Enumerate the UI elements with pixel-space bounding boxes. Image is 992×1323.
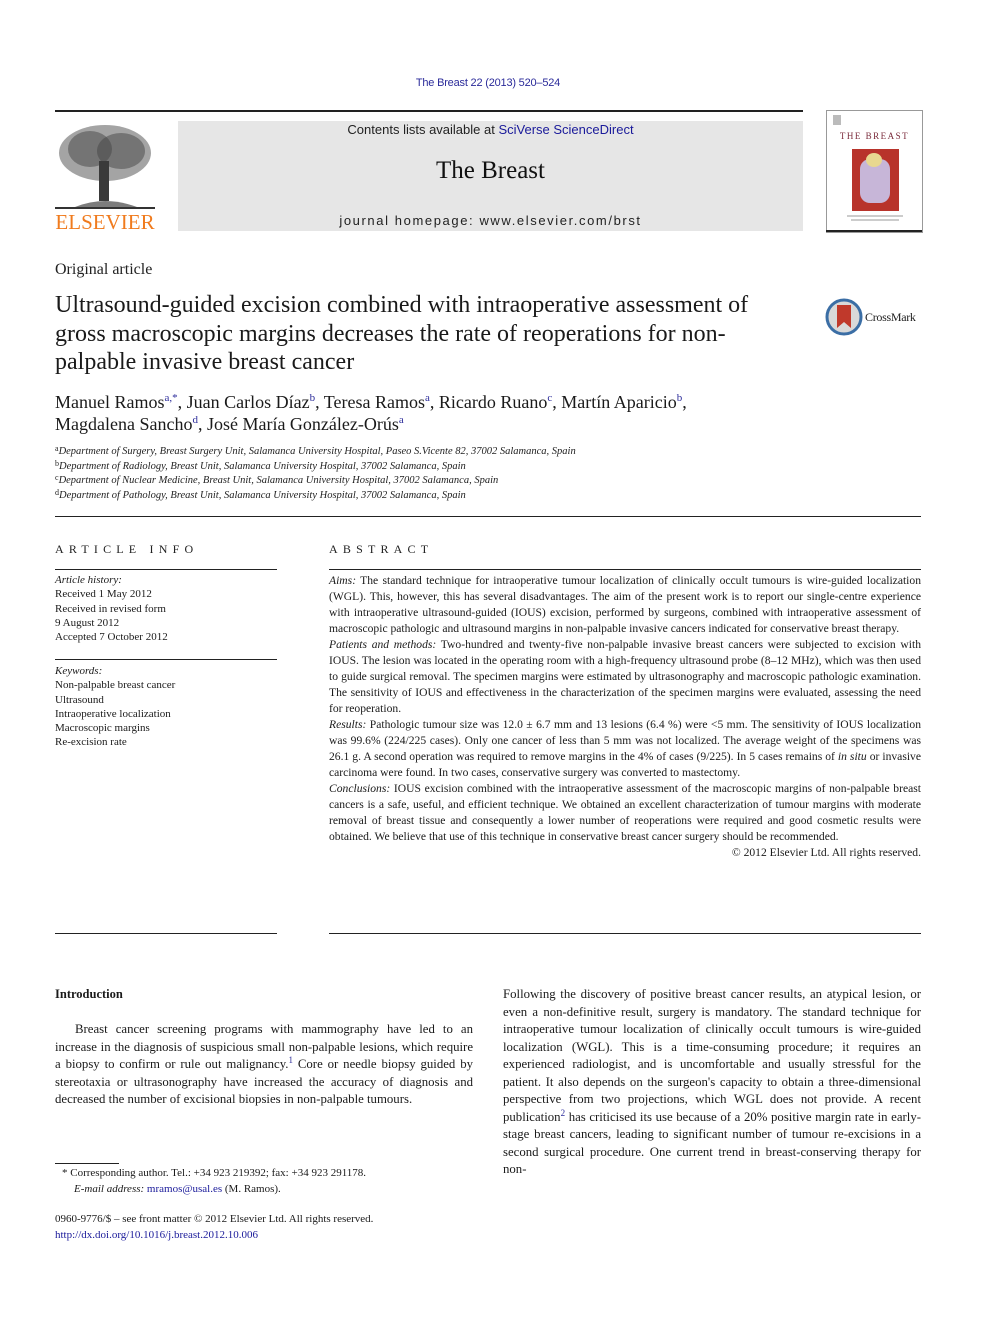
abstract-body: Aims: The standard technique for intraop… <box>329 573 921 861</box>
history-item: Accepted 7 October 2012 <box>55 631 168 644</box>
affiliation: bDepartment of Radiology, Breast Unit, S… <box>55 458 466 472</box>
journal-masthead: Contents lists available at SciVerse Sci… <box>178 121 803 231</box>
article-title: Ultrasound-guided excision combined with… <box>55 292 749 375</box>
affiliation: cDepartment of Nuclear Medicine, Breast … <box>55 473 499 487</box>
divider <box>329 569 921 570</box>
cover-caption <box>847 215 903 217</box>
crossmark-label: CrossMark <box>865 310 916 324</box>
keyword: Re-excision rate <box>55 736 127 749</box>
keyword: Non-palpable breast cancer <box>55 679 176 692</box>
keyword: Ultrasound <box>55 693 104 706</box>
crossmark-icon <box>825 298 863 336</box>
affiliation: dDepartment of Pathology, Breast Unit, S… <box>55 487 466 501</box>
abstract-methods: Patients and methods: Two-hundred and tw… <box>329 638 922 715</box>
history-item: 9 August 2012 <box>55 616 120 629</box>
section-divider <box>55 516 921 517</box>
corresponding-author-footnote: * Corresponding author. Tel.: +34 923 21… <box>62 1166 482 1197</box>
running-head-citation[interactable]: The Breast 22 (2013) 520–524 <box>0 77 976 89</box>
footnote-rule <box>55 1163 119 1164</box>
abstract-results: Results: Pathologic tumour size was 12.0… <box>329 718 922 779</box>
contents-prefix: Contents lists available at <box>347 122 499 137</box>
keywords-label: Keywords: <box>55 665 103 677</box>
sciencedirect-link[interactable]: SciVerse ScienceDirect <box>498 122 633 137</box>
keywords: Keywords: Non-palpable breast cancer Ult… <box>55 664 277 750</box>
author[interactable]: Teresa Ramosa <box>324 392 430 412</box>
author[interactable]: Martín Apariciob <box>561 392 682 412</box>
email-link[interactable]: mramos@usal.es <box>147 1183 222 1195</box>
article-history: Article history: Received 1 May 2012 Rec… <box>55 573 277 644</box>
affiliations: aDepartment of Surgery, Breast Surgery U… <box>55 445 755 503</box>
contents-line: Contents lists available at SciVerse Sci… <box>178 122 803 137</box>
article-type: Original article <box>55 261 153 278</box>
cover-title: THE BREAST <box>839 131 910 141</box>
body-column-right: Following the discovery of positive brea… <box>503 987 921 1176</box>
divider <box>55 569 277 570</box>
abstract-heading: ABSTRACT <box>329 542 434 556</box>
abstract-conclusions: Conclusions: IOUS excision combined with… <box>329 782 921 843</box>
divider <box>55 933 277 934</box>
journal-homepage-link[interactable]: journal homepage: www.elsevier.com/brst <box>178 213 803 228</box>
author[interactable]: Manuel Ramosa,* <box>55 392 178 412</box>
corresponding-author: * Corresponding author. Tel.: +34 923 21… <box>62 1167 367 1179</box>
cover-publisher-icon <box>833 115 841 125</box>
abstract-aims: Aims: The standard technique for intraop… <box>329 574 921 635</box>
author[interactable]: Juan Carlos Díazb <box>187 392 315 412</box>
divider <box>55 659 277 660</box>
header-rule <box>55 110 803 112</box>
author[interactable]: José María González-Orúsa <box>207 414 404 434</box>
history-item: Received in revised form <box>55 602 166 615</box>
keyword: Macroscopic margins <box>55 722 150 735</box>
body-column-left: Breast cancer screening programs with ma… <box>55 1022 474 1106</box>
elsevier-wordmark: ELSEVIER <box>55 210 155 234</box>
journal-name: The Breast <box>436 157 545 184</box>
history-item: Received 1 May 2012 <box>55 588 152 601</box>
cover-rule <box>826 230 922 232</box>
affiliation: aDepartment of Surgery, Breast Surgery U… <box>55 444 576 458</box>
email-line: E-mail address: mramos@usal.es (M. Ramos… <box>74 1182 281 1195</box>
author[interactable]: Magdalena Sanchod <box>55 414 198 434</box>
crossmark-button[interactable]: CrossMark <box>825 298 925 338</box>
cover-artwork <box>852 149 899 211</box>
history-label: Article history: <box>55 574 122 586</box>
author[interactable]: Ricardo Ruanoc <box>439 392 552 412</box>
cover-caption <box>851 219 899 221</box>
section-heading-introduction: Introduction <box>55 987 123 1001</box>
article-info-heading: ARTICLE INFO <box>55 542 199 556</box>
doi-link[interactable]: http://dx.doi.org/10.1016/j.breast.2012.… <box>55 1228 475 1244</box>
divider <box>329 933 921 934</box>
issn-line: 0960-9776/$ – see front matter © 2012 El… <box>55 1213 374 1225</box>
front-matter-info: 0960-9776/$ – see front matter © 2012 El… <box>55 1212 475 1243</box>
copyright-notice: © 2012 Elsevier Ltd. All rights reserved… <box>731 846 921 859</box>
author-list: Manuel Ramosa,*, Juan Carlos Díazb, Tere… <box>55 392 687 434</box>
journal-cover-thumbnail[interactable]: THE BREAST <box>826 110 923 233</box>
keyword: Intraoperative localization <box>55 707 171 720</box>
